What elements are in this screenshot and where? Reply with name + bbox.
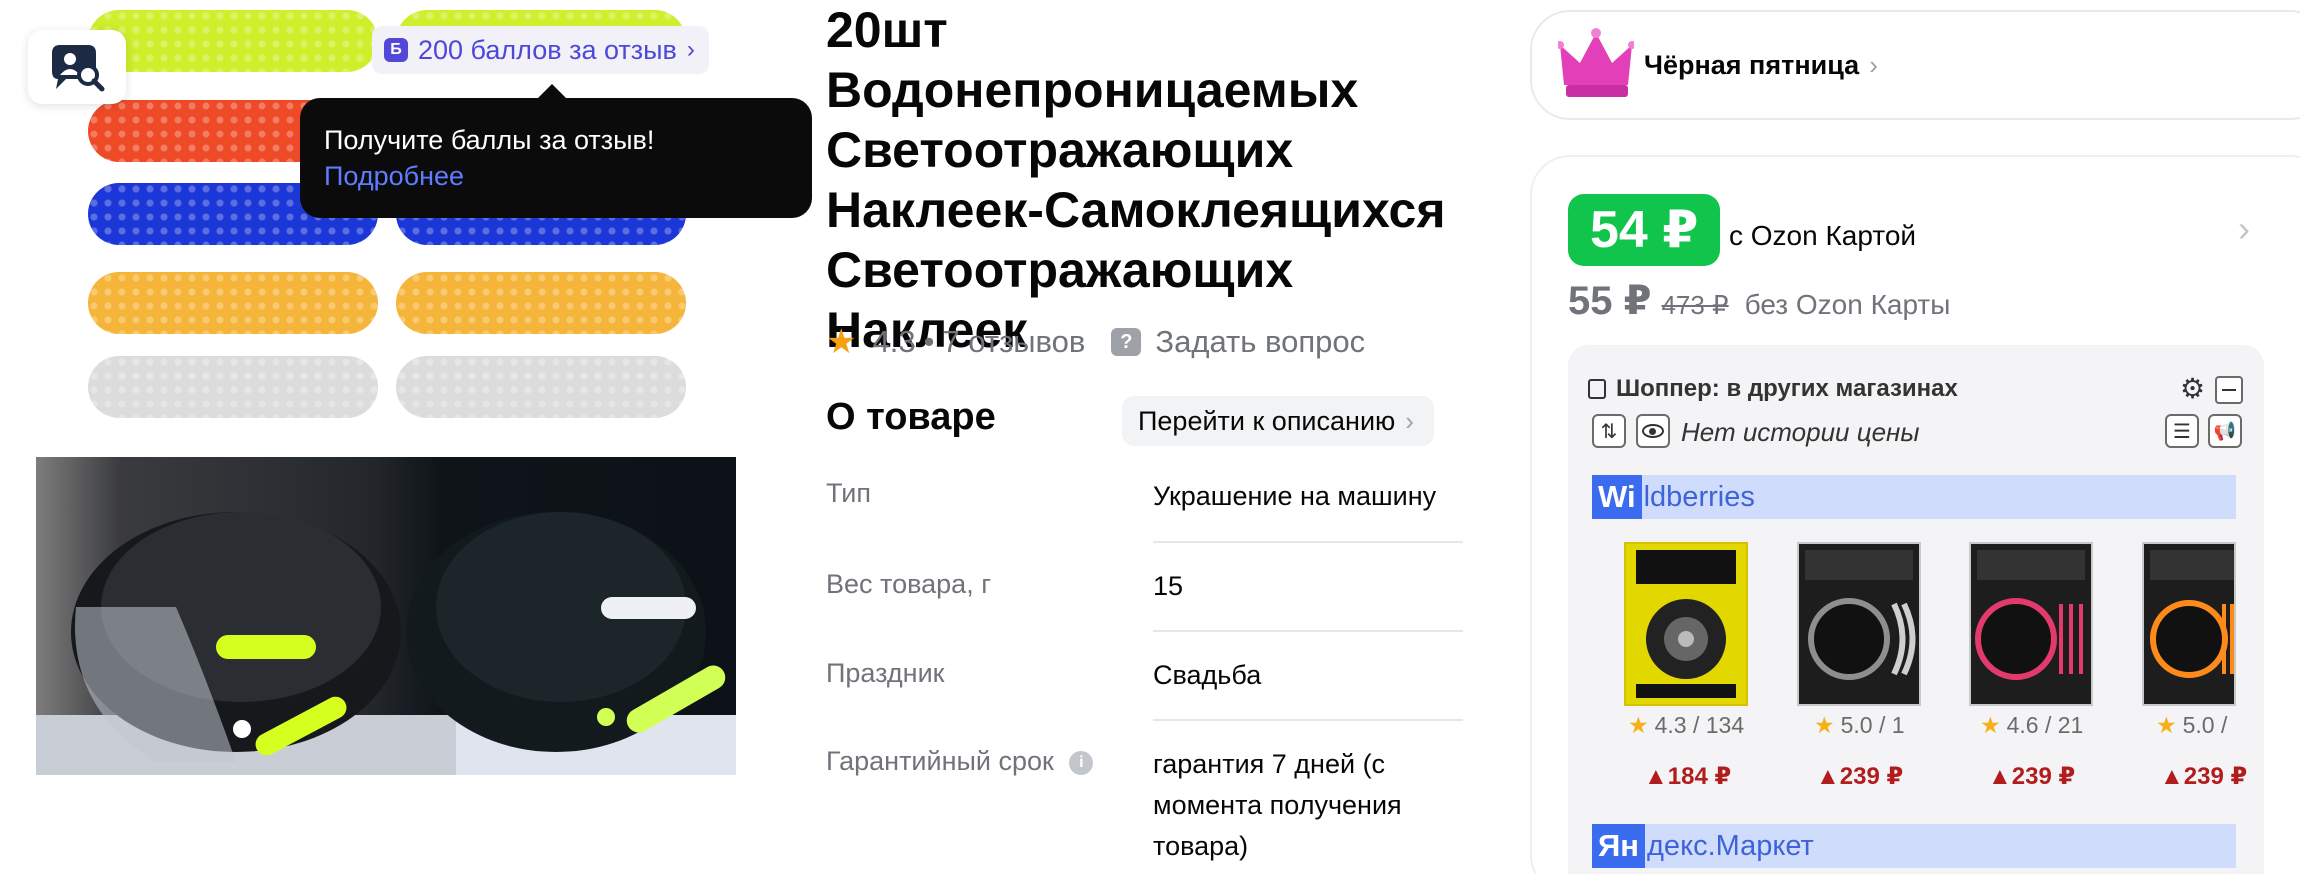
helmet-illustration — [36, 512, 736, 775]
regular-price-row: 55 ₽ 473 ₽ без Ozon Карты — [1568, 278, 1950, 324]
product-price: ▲239 ₽ — [1816, 763, 1904, 790]
rating-value: 4.3 — [872, 324, 916, 359]
about-section-title: О товаре — [826, 396, 996, 438]
star-icon: ★ — [1628, 712, 1649, 738]
spec-label-weight: Вес товара, г — [826, 569, 992, 599]
go-to-description-button[interactable]: Перейти к описанию › — [1122, 396, 1434, 446]
regular-price-label: без Ozon Карты — [1744, 289, 1951, 320]
sticker-strip-silver — [396, 356, 686, 418]
ozon-card-price: 54 ₽ — [1568, 194, 1721, 266]
go-to-description-label: Перейти к описанию — [1138, 405, 1396, 436]
chevron-right-icon: › — [686, 36, 695, 63]
sort-icon[interactable]: ⇅ — [1592, 414, 1626, 448]
star-icon: ★ — [1814, 712, 1835, 738]
collapse-icon[interactable] — [2215, 376, 2243, 404]
product-thumbnail[interactable] — [1969, 542, 2093, 706]
product-image — [1971, 544, 2091, 704]
price-history-status: Нет истории цены — [1681, 417, 1920, 447]
spec-label-type: Тип — [826, 478, 872, 508]
store-name-highlight: Wi — [1592, 475, 1642, 519]
ozon-card-label: с Ozon Картой — [1729, 220, 1917, 251]
sticker-strip-orange — [396, 272, 686, 334]
product-rating-value: 4.3 / 134 — [1654, 712, 1745, 738]
rating-separator: • — [923, 324, 935, 359]
sticker-strip-yellow — [88, 10, 378, 72]
product-rating-value: 5.0 / — [2182, 712, 2228, 738]
old-price: 473 ₽ — [1661, 290, 1729, 320]
product-rating-value: 4.6 / 21 — [2006, 712, 2084, 738]
chevron-right-icon[interactable]: › — [2238, 208, 2250, 250]
store-header-yandex-market[interactable]: Ян декс.Маркет — [1592, 824, 2236, 868]
review-points-badge[interactable]: Б 200 баллов за отзыв › — [372, 26, 709, 74]
list-icon[interactable]: ☰ — [2165, 414, 2199, 448]
reviews-count[interactable]: 7 отзывов — [942, 324, 1085, 360]
spec-label-warranty-text: Гарантийный срок — [826, 746, 1054, 776]
product-image — [2144, 544, 2234, 704]
product-image — [1799, 544, 1919, 704]
product-price: ▲184 ₽ — [1644, 763, 1732, 790]
spec-value-weight: 15 — [1153, 571, 1184, 601]
product-rating: ★ 5.0 / 1 — [1814, 712, 1905, 739]
tooltip-more-link[interactable]: Подробнее — [324, 158, 788, 194]
product-price: ▲239 ₽ — [1988, 763, 2076, 790]
star-icon: ★ — [1980, 712, 2001, 738]
spec-label-warranty: Гарантийный срок i — [826, 746, 1094, 777]
shopping-bag-icon — [1588, 379, 1606, 399]
star-icon: ★ — [2156, 712, 2177, 738]
product-thumbnail[interactable] — [1797, 542, 1921, 706]
info-icon[interactable]: i — [1069, 750, 1094, 775]
spec-divider — [1153, 541, 1463, 543]
product-title: 20шт Водонепроницаемых Светоотражающих Н… — [826, 2, 1446, 358]
product-rating: ★ 5.0 / — [2156, 712, 2227, 739]
spec-divider — [1153, 630, 1463, 632]
store-name: ldberries — [1643, 480, 1755, 513]
question-icon: ? — [1111, 328, 1142, 356]
shopper-extension-icon[interactable] — [28, 30, 126, 104]
review-points-label: 200 баллов за отзыв — [418, 34, 677, 65]
regular-price: 55 ₽ — [1568, 279, 1652, 323]
product-thumbnail[interactable] — [2142, 542, 2236, 706]
store-header-wildberries[interactable]: Wi ldberries — [1592, 475, 2236, 519]
review-tooltip: Получите баллы за отзыв! Подробнее — [300, 84, 812, 218]
sticker-strip-orange — [88, 272, 378, 334]
ask-question-link[interactable]: Задать вопрос — [1155, 324, 1365, 360]
product-rating-value: 5.0 / 1 — [1840, 712, 1905, 738]
chevron-right-icon: › — [1405, 405, 1414, 436]
black-friday-label: Чёрная пятница — [1644, 49, 1860, 80]
product-rating: ★ 4.3 / 134 — [1628, 712, 1744, 739]
eye-icon[interactable] — [1636, 414, 1670, 448]
product-rating: ★ 4.6 / 21 — [1980, 712, 2083, 739]
product-price: ▲239 ₽ — [2160, 763, 2248, 790]
sticker-strip-silver — [88, 356, 378, 418]
product-photo-helmets[interactable] — [36, 457, 736, 775]
points-icon: Б — [384, 38, 408, 62]
spec-value-holiday: Свадьба — [1153, 660, 1262, 690]
product-thumbnail[interactable] — [1624, 542, 1748, 706]
black-friday-banner[interactable]: Чёрная пятница › — [1530, 10, 2300, 120]
chevron-right-icon: › — [1869, 49, 1878, 80]
megaphone-icon[interactable]: 📢 — [2208, 414, 2242, 448]
store-name-highlight: Ян — [1592, 824, 1646, 868]
shopper-title: Шоппер: в других магазинах — [1616, 375, 1958, 402]
store-name: декс.Маркет — [1647, 829, 1814, 862]
star-icon: ★ — [826, 323, 857, 361]
shopper-header: Шоппер: в других магазинах — [1588, 375, 1958, 403]
spec-label-holiday: Праздник — [826, 658, 945, 688]
gear-icon[interactable]: ⚙ — [2180, 372, 2205, 405]
product-image — [1626, 544, 1746, 704]
spec-value-type: Украшение на машину — [1153, 481, 1437, 511]
tooltip-text: Получите баллы за отзыв! — [324, 125, 655, 155]
crown-icon — [1558, 28, 1634, 97]
spec-value-warranty: гарантия 7 дней (с момента получения тов… — [1153, 749, 1402, 861]
rating-row[interactable]: ★ 4.3 • 7 отзывов ? Задать вопрос — [826, 320, 1365, 364]
spec-divider — [1153, 719, 1463, 721]
